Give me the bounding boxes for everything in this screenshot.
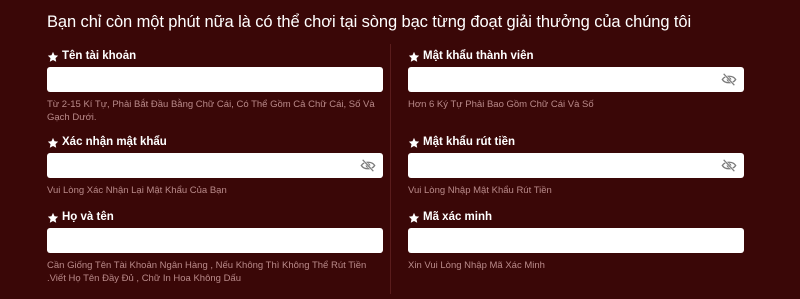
star-icon: [408, 137, 420, 148]
member-password-hint: Hơn 6 Ký Tự Phải Bao Gồm Chữ Cái Và Số: [408, 99, 594, 110]
username-input-box: [47, 67, 383, 92]
member-password-field-group: Mật khẩu thành viên Hơn 6 Ký Tự Phải Bao…: [408, 50, 744, 111]
withdraw-password-label-row: Mật khẩu rút tiền: [408, 136, 744, 149]
withdraw-password-hint: Vui Lòng Nhập Mật Khẩu Rút Tiền: [408, 185, 552, 196]
full-name-input-box: [47, 228, 383, 253]
withdraw-password-field-group: Mật khẩu rút tiền Vui Lòng Nhập Mật Khẩu…: [408, 136, 744, 197]
full-name-label: Họ và tên: [62, 211, 114, 223]
member-password-label: Mật khẩu thành viên: [423, 50, 534, 62]
member-password-input[interactable]: [408, 67, 744, 92]
confirm-password-input[interactable]: [47, 153, 383, 178]
eye-slash-icon[interactable]: [721, 72, 737, 87]
full-name-field-group: Họ và tên Cần Giống Tên Tài Khoản Ngân H…: [47, 211, 383, 285]
eye-slash-icon[interactable]: [360, 158, 376, 173]
member-password-label-row: Mật khẩu thành viên: [408, 50, 744, 63]
confirm-password-field-group: Xác nhận mật khẩu Vui Lòng Xác Nhận Lại …: [47, 136, 383, 197]
confirm-password-label: Xác nhận mật khẩu: [62, 136, 167, 148]
verification-code-label: Mã xác minh: [423, 211, 493, 223]
star-icon: [47, 137, 59, 148]
member-password-input-box: [408, 67, 744, 92]
withdraw-password-label: Mật khẩu rút tiền: [423, 136, 516, 148]
page-title: Bạn chỉ còn một phút nữa là có thể chơi …: [47, 13, 692, 31]
withdraw-password-input[interactable]: [408, 153, 744, 178]
username-label-row: Tên tài khoản: [47, 50, 383, 63]
full-name-label-row: Họ và tên: [47, 211, 383, 224]
verification-code-hint: Xin Vui Lòng Nhập Mã Xác Minh: [408, 260, 545, 271]
eye-slash-icon[interactable]: [721, 158, 737, 173]
verification-code-input[interactable]: [408, 228, 744, 253]
username-field-group: Tên tài khoản Từ 2-15 Kí Tự, Phải Bắt Đầ…: [47, 50, 383, 124]
star-icon: [408, 51, 420, 62]
username-input[interactable]: [47, 67, 383, 92]
star-icon: [47, 51, 59, 62]
star-icon: [408, 212, 420, 223]
username-label: Tên tài khoản: [62, 50, 137, 62]
verification-code-field-group: Mã xác minh Xin Vui Lòng Nhập Mã Xác Min…: [408, 211, 744, 272]
confirm-password-label-row: Xác nhận mật khẩu: [47, 136, 383, 149]
withdraw-password-input-box: [408, 153, 744, 178]
full-name-hint: Cần Giống Tên Tài Khoản Ngân Hàng , Nếu …: [47, 260, 367, 284]
column-divider: [390, 44, 391, 294]
star-icon: [47, 212, 59, 223]
username-hint: Từ 2-15 Kí Tự, Phải Bắt Đầu Bằng Chữ Cái…: [47, 99, 375, 123]
verification-code-input-box: [408, 228, 744, 253]
verification-code-label-row: Mã xác minh: [408, 211, 744, 224]
full-name-input[interactable]: [47, 228, 383, 253]
confirm-password-hint: Vui Lòng Xác Nhận Lại Mật Khẩu Của Bạn: [47, 185, 227, 196]
confirm-password-input-box: [47, 153, 383, 178]
